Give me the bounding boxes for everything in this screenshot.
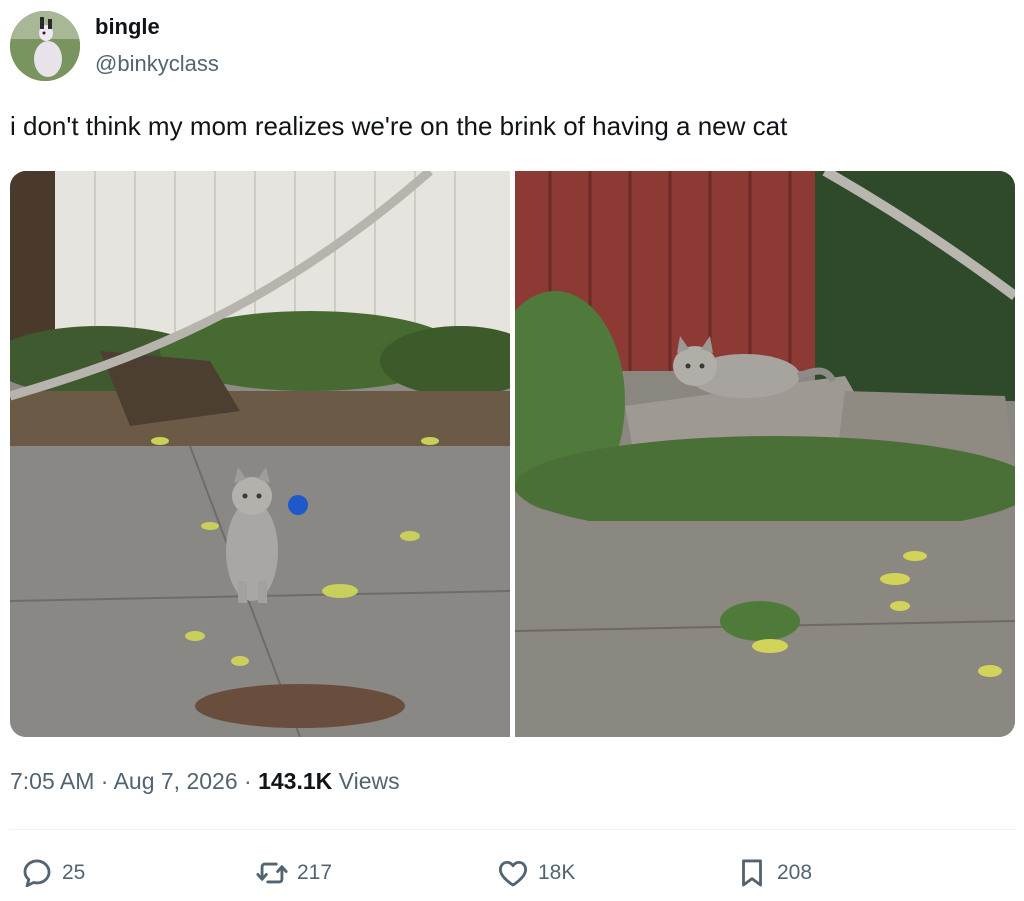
repost-count: 217 — [297, 861, 333, 884]
avatar[interactable] — [10, 11, 80, 81]
views-count[interactable]: 143.1K — [258, 768, 332, 794]
tweet-text: i don't think my mom realizes we're on t… — [10, 111, 788, 141]
tweet-meta: 7:05 AM · Aug 7, 2026 · 143.1K Views — [10, 768, 400, 795]
divider — [10, 829, 1015, 830]
author-handle[interactable]: @binkyclass — [95, 51, 219, 77]
avatar-image — [10, 11, 80, 81]
views-label: Views — [338, 768, 400, 794]
meta-separator: · — [100, 768, 109, 794]
tweet-photo-2[interactable] — [515, 171, 1015, 737]
tweet-date[interactable]: Aug 7, 2026 — [114, 768, 238, 794]
repost-arrows-icon — [256, 862, 288, 884]
author-name[interactable]: bingle — [95, 14, 160, 40]
kitten-on-rock-image — [515, 171, 1015, 737]
tweet-photo-1[interactable] — [10, 171, 510, 737]
bookmark-button[interactable]: 208 — [735, 855, 812, 891]
like-button[interactable]: 18K — [496, 855, 575, 891]
kitten-on-pavement-image — [10, 171, 510, 737]
meta-separator: · — [244, 768, 252, 794]
reply-button[interactable]: 25 — [20, 855, 85, 891]
repost-button[interactable]: 217 — [255, 855, 332, 891]
tweet-time[interactable]: 7:05 AM — [10, 768, 94, 794]
heart-icon — [498, 860, 528, 887]
bookmark-icon — [742, 859, 762, 887]
speech-bubble-icon — [23, 859, 51, 888]
bookmark-count: 208 — [777, 861, 813, 884]
like-count: 18K — [538, 861, 576, 884]
reply-count: 25 — [62, 861, 86, 884]
